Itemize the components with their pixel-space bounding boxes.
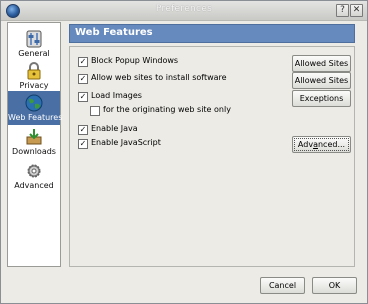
- sidebar-item-general[interactable]: General: [8, 27, 60, 61]
- option-label: for the originating web site only: [103, 105, 231, 114]
- option-label: Enable Java: [91, 124, 138, 133]
- sidebar-item-web-features[interactable]: Web Features: [8, 91, 63, 125]
- help-button[interactable]: ?: [336, 4, 349, 17]
- allow-install-checkbox[interactable]: ✓: [78, 74, 88, 84]
- exceptions-button[interactable]: Exceptions: [292, 90, 351, 107]
- enable-java-checkbox[interactable]: ✓: [78, 125, 88, 135]
- downloads-icon: [26, 129, 42, 145]
- option-label: Allow web sites to install software: [91, 73, 227, 82]
- close-button[interactable]: ✕: [350, 4, 363, 17]
- sidebar-item-advanced[interactable]: Advanced: [8, 159, 60, 193]
- ok-button[interactable]: OK: [312, 277, 357, 294]
- gear-icon: [27, 164, 41, 178]
- allowed-sites-popups-button[interactable]: Allowed Sites: [292, 55, 351, 72]
- panel-header: Web Features: [69, 24, 355, 43]
- title-bar[interactable]: Preferences ? ✕: [1, 1, 367, 21]
- general-icon: [26, 30, 42, 48]
- option-label: Enable JavaScript: [91, 138, 161, 147]
- category-sidebar: General Privacy Web Features Downloads A…: [7, 22, 63, 267]
- panel-title: Web Features: [75, 27, 153, 38]
- advanced-javascript-button[interactable]: Advanced...: [292, 136, 351, 153]
- sidebar-item-label: Advanced: [14, 181, 54, 190]
- sidebar-item-label: Web Features: [8, 113, 63, 122]
- load-images-checkbox[interactable]: ✓: [78, 92, 88, 102]
- option-label: Block Popup Windows: [91, 56, 179, 65]
- sidebar-item-label: General: [18, 49, 50, 58]
- originating-site-checkbox[interactable]: [90, 106, 100, 116]
- allowed-sites-install-button[interactable]: Allowed Sites: [292, 72, 351, 89]
- sidebar-item-downloads[interactable]: Downloads: [8, 125, 60, 159]
- cancel-button[interactable]: Cancel: [260, 277, 305, 294]
- web-features-panel: ✓ Block Popup Windows ✓ Allow web sites …: [69, 46, 355, 267]
- sidebar-item-privacy[interactable]: Privacy: [8, 59, 60, 93]
- globe-icon: [25, 94, 43, 112]
- sidebar-item-label: Downloads: [12, 147, 56, 156]
- enable-javascript-checkbox[interactable]: ✓: [78, 139, 88, 149]
- window-title: Preferences: [155, 4, 213, 14]
- sidebar-item-label: Privacy: [19, 81, 49, 90]
- block-popups-checkbox[interactable]: ✓: [78, 57, 88, 67]
- option-label: Load Images: [91, 91, 142, 100]
- lock-icon: [27, 62, 41, 80]
- preferences-window: Preferences ? ✕ General Privacy Web Feat…: [0, 0, 368, 304]
